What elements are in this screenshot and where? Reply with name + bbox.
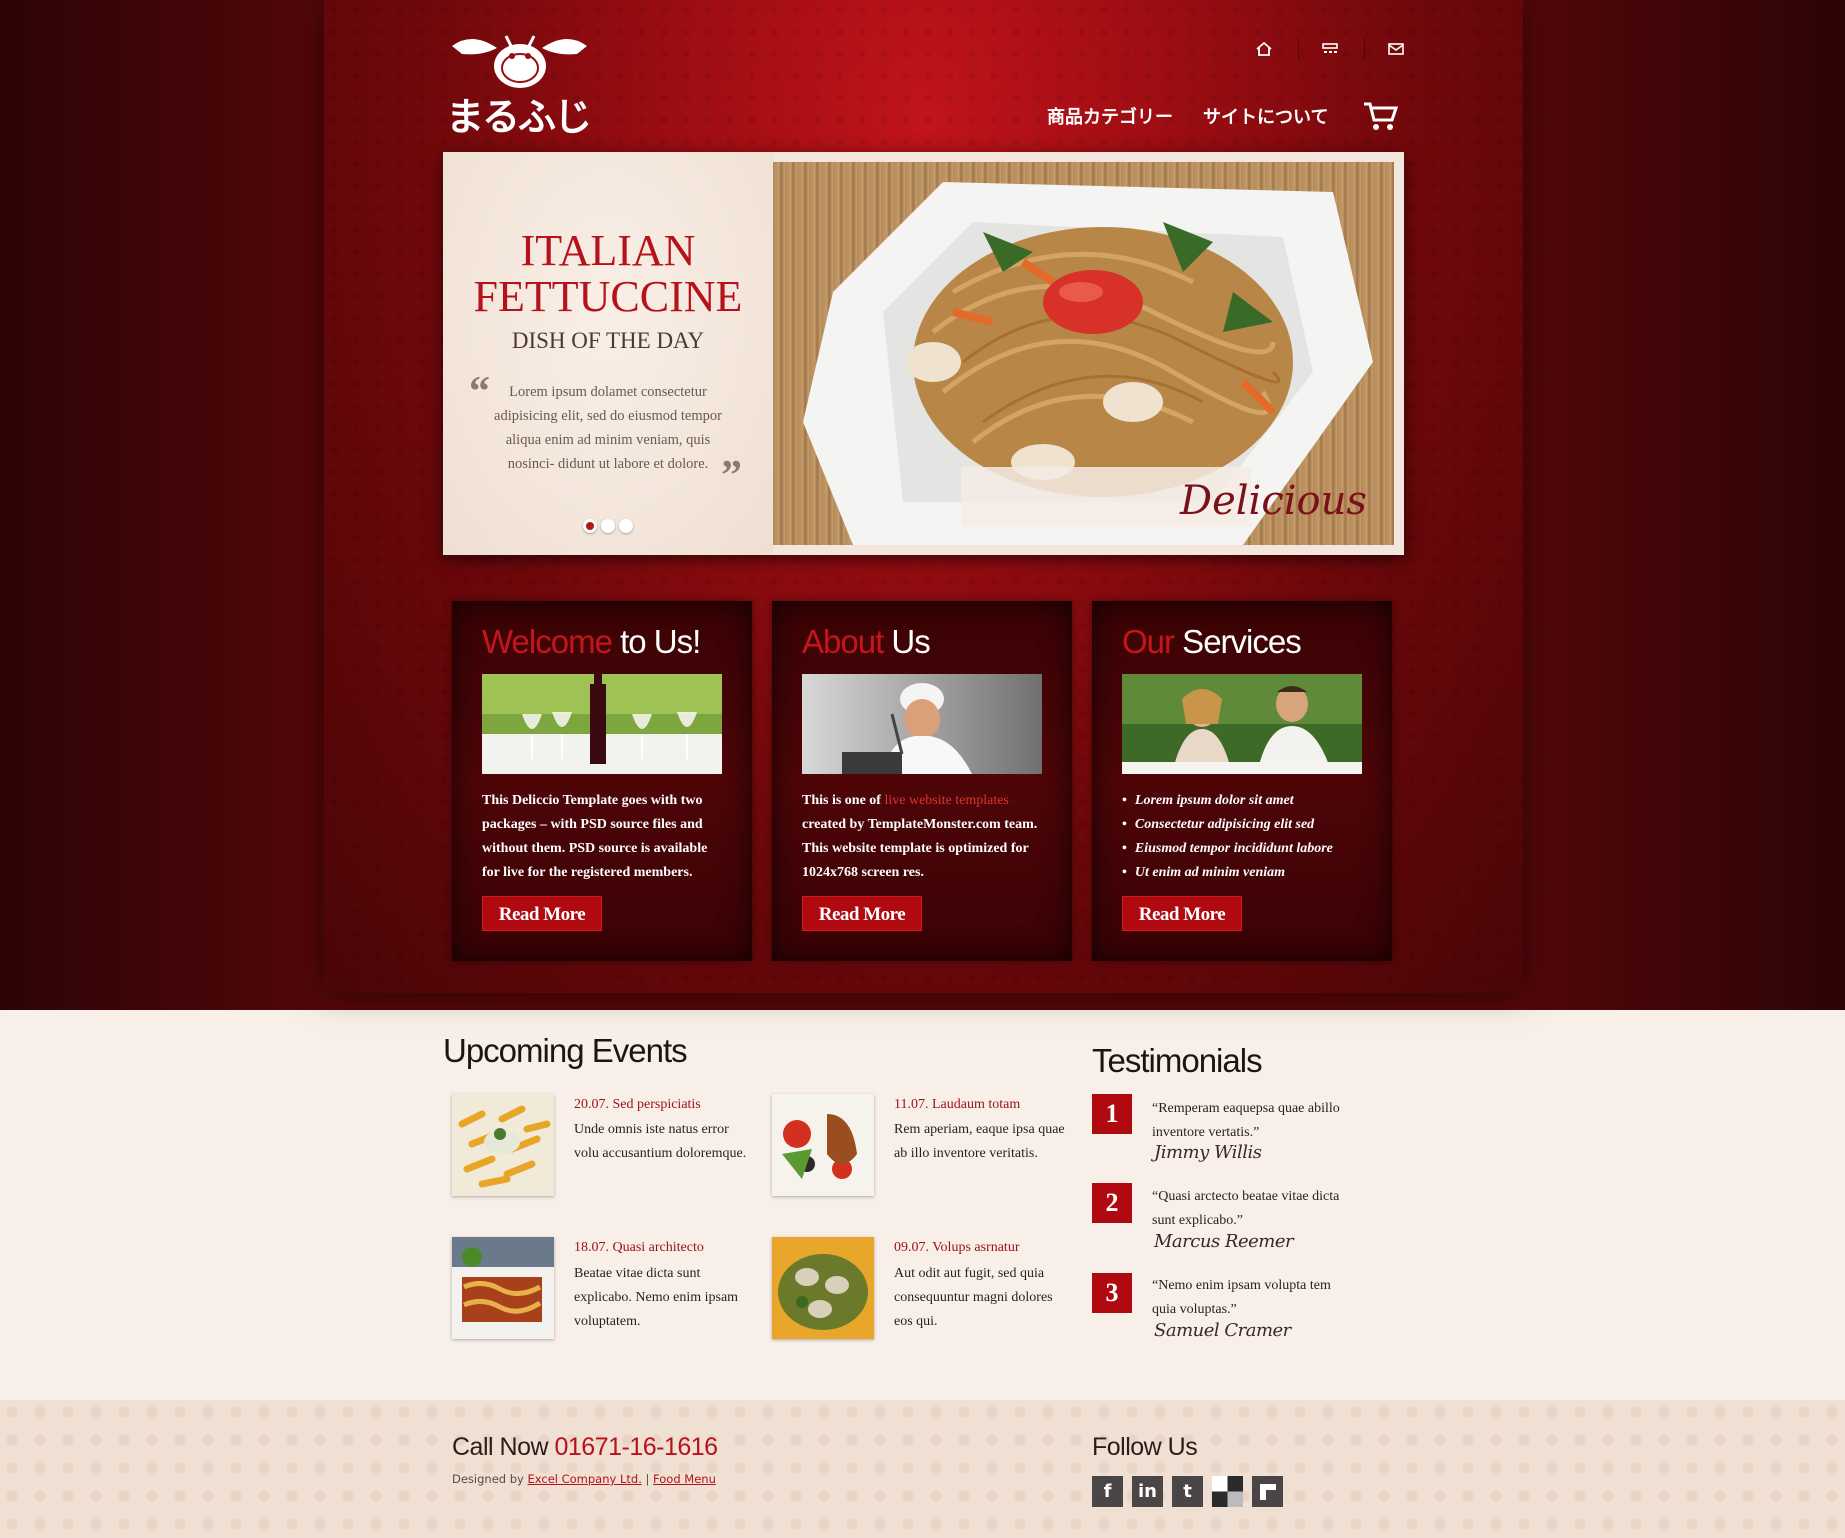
event-text: Unde omnis iste natus error volu accusan… [574, 1122, 747, 1161]
welcome-text: This Deliccio Template goes with two pac… [482, 793, 708, 880]
testimonial-author: Jimmy Willis [1154, 1142, 1262, 1163]
designed-by: Designed by Excel Company Ltd. | Food Me… [452, 1472, 716, 1486]
list-item: Eiusmod tempor incididunt labore [1122, 837, 1382, 861]
testimonial-author: Samuel Cramer [1154, 1320, 1291, 1341]
event-text: Aut odit aut fugit, sed quia consequuntu… [894, 1266, 1053, 1329]
about-text: This is one of live website templates cr… [802, 793, 1038, 880]
nav-product-category[interactable]: 商品カテゴリー [1047, 103, 1173, 129]
events-title: Upcoming Events [443, 1032, 688, 1069]
testimonial-number: 2 [1092, 1183, 1132, 1223]
delicious-icon[interactable] [1212, 1476, 1243, 1507]
event-date[interactable]: 09.07. Volups asrnatur [894, 1240, 1019, 1256]
cart-icon[interactable] [1362, 100, 1400, 132]
slider-dot-1[interactable] [583, 519, 597, 533]
twitter-icon[interactable]: t [1172, 1476, 1203, 1507]
nav-about-site[interactable]: サイトについて [1203, 103, 1328, 129]
live-templates-link[interactable]: live website templates [884, 793, 1008, 808]
event-text: Beatae vitae dicta sunt explicabo. Nemo … [574, 1266, 739, 1329]
follow-us-title: Follow Us [1092, 1433, 1198, 1461]
list-item: Consectetur adipisicing elit sed [1122, 813, 1382, 837]
about-box: About Us This is one of live website tem… [772, 601, 1072, 961]
icon-divider [1298, 38, 1299, 60]
event-image-clams[interactable] [772, 1237, 874, 1339]
event-text: Rem aperiam, eaque ipsa quae ab illo inv… [894, 1122, 1065, 1161]
home-icon[interactable] [1255, 40, 1273, 58]
slide-title-line1: ITALIAN [520, 226, 696, 275]
slider-dot-3[interactable] [619, 519, 633, 533]
testimonial-quote: “Nemo enim ipsam volupta tem quia volupt… [1152, 1278, 1331, 1317]
linkedin-icon[interactable]: in [1132, 1476, 1163, 1507]
testimonial-quote: “Quasi arctecto beatae vitae dicta sunt … [1152, 1189, 1340, 1228]
call-now: Call Now 01671-16-1616 [452, 1433, 718, 1461]
site-logo[interactable]: まるふじ [442, 26, 597, 139]
slide-title-line2: FETTUCCINE [473, 272, 743, 321]
event-image-penne[interactable] [452, 1094, 554, 1196]
read-more-button[interactable]: Read More [1122, 896, 1242, 931]
event-date[interactable]: 11.07. Laudaum totam [894, 1097, 1020, 1113]
list-item: Ut enim ad minim veniam [1122, 861, 1382, 885]
facebook-icon[interactable]: f [1092, 1476, 1123, 1507]
testimonial-quote: “Remperam eaquepsa quae abillo inventore… [1152, 1101, 1340, 1140]
testimonial-number: 1 [1092, 1094, 1132, 1134]
testimonial-number: 3 [1092, 1273, 1132, 1313]
slide-subtitle: DISH OF THE DAY [511, 328, 705, 353]
close-quote-icon: ” [721, 453, 742, 499]
testimonial-author: Marcus Reemer [1154, 1231, 1294, 1252]
services-list: Lorem ipsum dolor sit amet Consectetur a… [1122, 789, 1382, 885]
logo-text: まるふじ [446, 95, 592, 139]
event-date[interactable]: 18.07. Quasi architecto [574, 1240, 704, 1256]
services-box: Our Services Lorem ipsum dolor sit amet … [1092, 601, 1392, 961]
couple-dining-image [1122, 674, 1362, 774]
welcome-title: Welcome to Us! [482, 623, 701, 660]
mail-icon[interactable] [1387, 40, 1405, 58]
list-item: Lorem ipsum dolor sit amet [1122, 789, 1382, 813]
chef-image [802, 674, 1042, 774]
event-image-salad[interactable] [772, 1094, 874, 1196]
company-link[interactable]: Excel Company Ltd. [528, 1472, 642, 1486]
welcome-box: Welcome to Us! This Deliccio Template go… [452, 601, 752, 961]
event-image-lasagna[interactable] [452, 1237, 554, 1339]
read-more-button[interactable]: Read More [482, 896, 602, 931]
slide-quote: Lorem ipsum dolamet consectetur adipisic… [494, 384, 722, 472]
myspace-icon[interactable] [1252, 1476, 1283, 1507]
slider-pagination [583, 519, 637, 538]
wine-table-image [482, 674, 722, 774]
footer [0, 1400, 1845, 1538]
about-title: About Us [802, 623, 931, 660]
icon-divider [1364, 38, 1365, 60]
testimonials-title: Testimonials [1092, 1042, 1263, 1079]
phone-number[interactable]: 01671-16-1616 [554, 1433, 718, 1461]
slider-dot-2[interactable] [601, 519, 615, 533]
services-title: Our Services [1122, 623, 1302, 660]
sitemap-icon[interactable] [1321, 40, 1339, 58]
slide-caption: Delicious [1180, 478, 1367, 524]
event-date[interactable]: 20.07. Sed perspiciatis [574, 1097, 701, 1113]
read-more-button[interactable]: Read More [802, 896, 922, 931]
food-menu-link[interactable]: Food Menu [653, 1472, 716, 1486]
slider-text-panel: ITALIAN FETTUCCINE DISH OF THE DAY “ Lor… [443, 152, 773, 555]
